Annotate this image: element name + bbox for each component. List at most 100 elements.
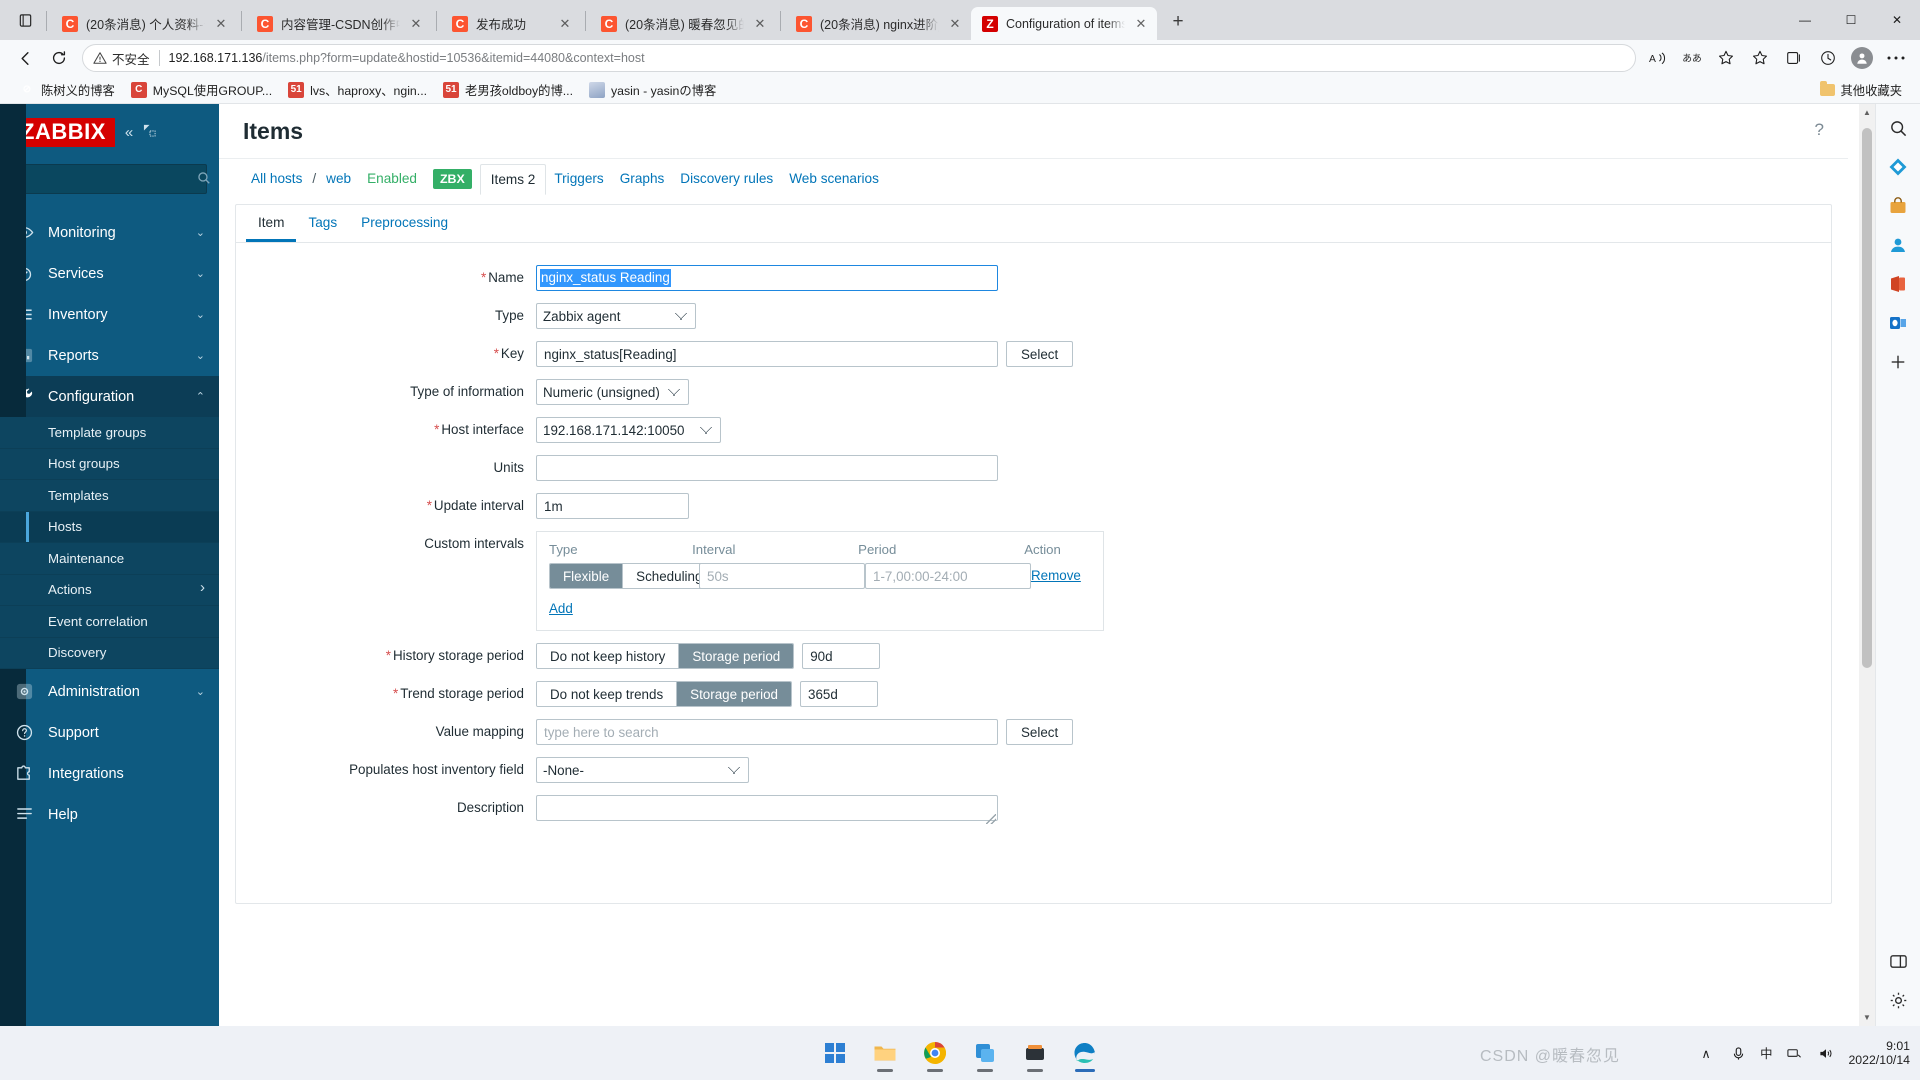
zbx-badge[interactable]: ZBX (432, 168, 472, 189)
breadcrumb-all-hosts[interactable]: All hosts (243, 167, 310, 190)
tab-item[interactable]: Item (246, 205, 297, 242)
volume-icon[interactable] (1816, 1043, 1836, 1063)
sidebar-item-event-correlation[interactable]: Event correlation (0, 606, 219, 638)
scroll-down-arrow-icon[interactable]: ▼ (1859, 1009, 1875, 1026)
chrome-browser-icon[interactable] (915, 1033, 955, 1073)
search-icon[interactable] (197, 171, 211, 188)
app-orange-icon[interactable] (1015, 1033, 1055, 1073)
taskbar-clock[interactable]: 9:01 2022/10/14 (1848, 1039, 1910, 1067)
history-storage-period-input[interactable] (802, 643, 881, 669)
tray-chevron-icon[interactable]: ∧ (1696, 1043, 1716, 1063)
type-select[interactable]: Zabbix agent (536, 303, 696, 329)
type-of-information-select[interactable]: Numeric (unsigned) (536, 379, 689, 405)
close-icon[interactable]: ✕ (213, 16, 229, 32)
maximize-button[interactable]: ☐ (1828, 1, 1874, 39)
add-favorite-icon[interactable] (1710, 43, 1742, 73)
custom-period-input[interactable] (865, 563, 1031, 589)
history-icon[interactable] (1812, 43, 1844, 73)
name-input[interactable] (536, 265, 998, 291)
file-explorer-icon[interactable] (865, 1033, 905, 1073)
minimize-button[interactable]: — (1782, 1, 1828, 39)
bookmark-item[interactable]: C MySQL使用GROUP... (124, 78, 279, 102)
browser-tab-active[interactable]: Z Configuration of items ✕ (971, 7, 1157, 40)
edge-search-icon[interactable] (1882, 112, 1914, 144)
edge-outlook-icon[interactable] (1882, 307, 1914, 339)
close-icon[interactable]: ✕ (1133, 16, 1149, 32)
breadcrumb-discovery-rules[interactable]: Discovery rules (672, 167, 781, 190)
more-options-icon[interactable] (1880, 43, 1912, 73)
tab-preprocessing[interactable]: Preprocessing (349, 205, 460, 242)
hide-sidebar-icon[interactable] (143, 124, 156, 141)
edge-browser-icon[interactable] (1065, 1033, 1105, 1073)
value-mapping-select-button[interactable]: Select (1006, 719, 1074, 745)
address-bar[interactable]: 不安全 192.168.171.136/items.php?form=updat… (82, 44, 1636, 72)
collapse-sidebar-icon[interactable]: « (125, 124, 133, 141)
search-input[interactable] (21, 171, 197, 187)
tab-search-icon[interactable] (8, 0, 42, 40)
scroll-up-arrow-icon[interactable]: ▲ (1859, 104, 1875, 121)
sidebar-item-administration[interactable]: Administration ⌄ (0, 671, 219, 712)
trend-storage-period-input[interactable] (800, 681, 878, 707)
toggle-flexible[interactable]: Flexible (550, 564, 624, 588)
new-tab-button[interactable]: + (1163, 7, 1193, 37)
tab-tags[interactable]: Tags (296, 205, 349, 242)
sidebar-item-help[interactable]: Help (0, 794, 219, 835)
key-select-button[interactable]: Select (1006, 341, 1074, 367)
sidebar-item-templates[interactable]: Templates (0, 480, 219, 512)
populates-host-inventory-field-select[interactable]: -None- (536, 757, 749, 783)
key-input[interactable] (536, 341, 998, 367)
network-icon[interactable] (1784, 1043, 1804, 1063)
status-badge-enabled[interactable]: Enabled (359, 167, 425, 190)
breadcrumb-triggers[interactable]: Triggers (546, 167, 611, 190)
host-interface-select[interactable]: 192.168.171.142:10050 (536, 417, 721, 443)
favorites-icon[interactable] (1744, 43, 1776, 73)
back-arrow-icon[interactable] (8, 43, 42, 73)
close-window-button[interactable]: ✕ (1874, 1, 1920, 39)
breadcrumb-host[interactable]: web (318, 167, 359, 190)
edge-office-icon[interactable] (1882, 268, 1914, 300)
reload-icon[interactable] (42, 43, 76, 73)
sidebar-item-discovery[interactable]: Discovery (0, 637, 219, 669)
edge-contacts-icon[interactable] (1882, 229, 1914, 261)
remove-interval-link[interactable]: Remove (1031, 568, 1081, 583)
sidebar-item-maintenance[interactable]: Maintenance (0, 543, 219, 575)
description-textarea[interactable] (536, 795, 998, 821)
resize-grip-icon[interactable] (986, 814, 996, 824)
edge-split-screen-icon[interactable] (1882, 945, 1914, 977)
sidebar-item-support[interactable]: Support (0, 712, 219, 753)
bookmark-item[interactable]: ⊘ 陈树义的博客 (12, 78, 122, 102)
edge-add-tool-icon[interactable] (1882, 346, 1914, 378)
toggle-storage-period-history[interactable]: Storage period (679, 644, 794, 668)
toggle-storage-period-trend[interactable]: Storage period (677, 682, 791, 706)
toggle-do-not-keep-history[interactable]: Do not keep history (537, 644, 680, 668)
sidebar-item-services[interactable]: Services ⌄ (0, 253, 219, 294)
add-interval-link[interactable]: Add (549, 601, 573, 616)
translate-icon[interactable]: ああ (1676, 43, 1708, 73)
browser-tab[interactable]: C 发布成功 ✕ (441, 7, 581, 40)
collections-icon[interactable] (1778, 43, 1810, 73)
other-bookmarks-folder[interactable]: 其他收藏夹 (1819, 80, 1909, 99)
close-icon[interactable]: ✕ (408, 16, 424, 32)
read-aloud-icon[interactable]: A (1642, 43, 1674, 73)
sidebar-item-actions[interactable]: Actions (0, 574, 219, 606)
ime-indicator[interactable]: 中 (1760, 1044, 1772, 1062)
units-input[interactable] (536, 455, 998, 481)
profile-avatar[interactable] (1846, 43, 1878, 73)
security-warning[interactable]: 不安全 (93, 49, 150, 68)
sidebar-search[interactable] (12, 164, 210, 194)
bookmark-item[interactable]: yasin - yasinの博客 (582, 78, 723, 102)
bookmark-item[interactable]: 51 lvs、haproxy、ngin... (281, 78, 434, 102)
app-blue-icon[interactable] (965, 1033, 1005, 1073)
start-button[interactable] (815, 1033, 855, 1073)
page-help-icon[interactable]: ? (1815, 120, 1824, 140)
value-mapping-input[interactable] (536, 719, 998, 745)
breadcrumb-graphs[interactable]: Graphs (612, 167, 673, 190)
update-interval-input[interactable] (536, 493, 689, 519)
breadcrumb-items[interactable]: Items 2 (479, 164, 547, 195)
sidebar-item-configuration[interactable]: Configuration ⌃ (0, 376, 219, 417)
edge-discover-icon[interactable] (1882, 151, 1914, 183)
toggle-do-not-keep-trends[interactable]: Do not keep trends (537, 682, 678, 706)
close-icon[interactable]: ✕ (557, 16, 573, 32)
sidebar-item-hosts[interactable]: Hosts (0, 511, 219, 543)
sidebar-item-template-groups[interactable]: Template groups (0, 417, 219, 449)
